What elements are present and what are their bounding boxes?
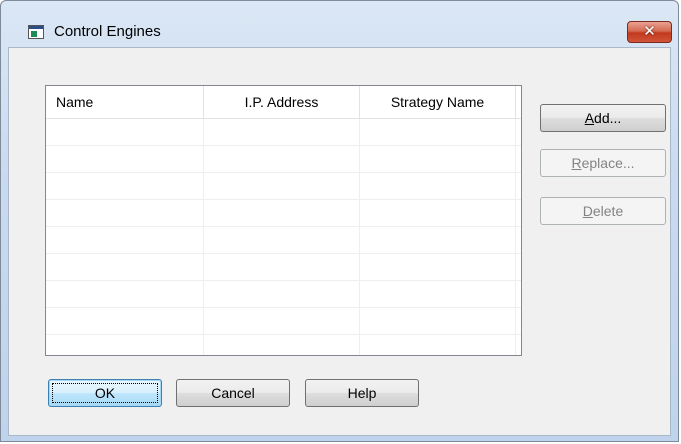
list-header: Name I.P. Address Strategy Name [46,86,521,119]
add-button[interactable]: Add... [540,104,666,132]
list-row-empty [46,308,521,335]
column-header-strategy-name[interactable]: Strategy Name [360,86,516,118]
delete-button[interactable]: Delete [540,197,666,225]
control-engines-list[interactable]: Name I.P. Address Strategy Name [45,85,522,356]
list-row-empty [46,254,521,281]
cancel-button[interactable]: Cancel [176,379,290,407]
list-row-empty [46,281,521,308]
list-row-empty [46,227,521,254]
list-row-empty [46,200,521,227]
window-title: Control Engines [54,23,161,40]
list-rows [46,119,521,355]
close-button[interactable]: ✕ [627,21,672,43]
application-window-icon [28,25,44,39]
list-row-empty [46,146,521,173]
list-row-empty [46,335,521,355]
column-header-name[interactable]: Name [46,86,204,118]
dialog-window: Control Engines ✕ Name I.P. Address Stra… [0,0,679,442]
help-button[interactable]: Help [305,379,419,407]
list-row-empty [46,119,521,146]
dialog-client-area: Name I.P. Address Strategy Name Add... R… [8,47,671,436]
ok-button[interactable]: OK [48,379,162,407]
title-bar[interactable]: Control Engines ✕ [1,1,678,47]
replace-button[interactable]: Replace... [540,149,666,177]
close-icon: ✕ [643,22,656,40]
list-row-empty [46,173,521,200]
column-header-ip-address[interactable]: I.P. Address [204,86,360,118]
